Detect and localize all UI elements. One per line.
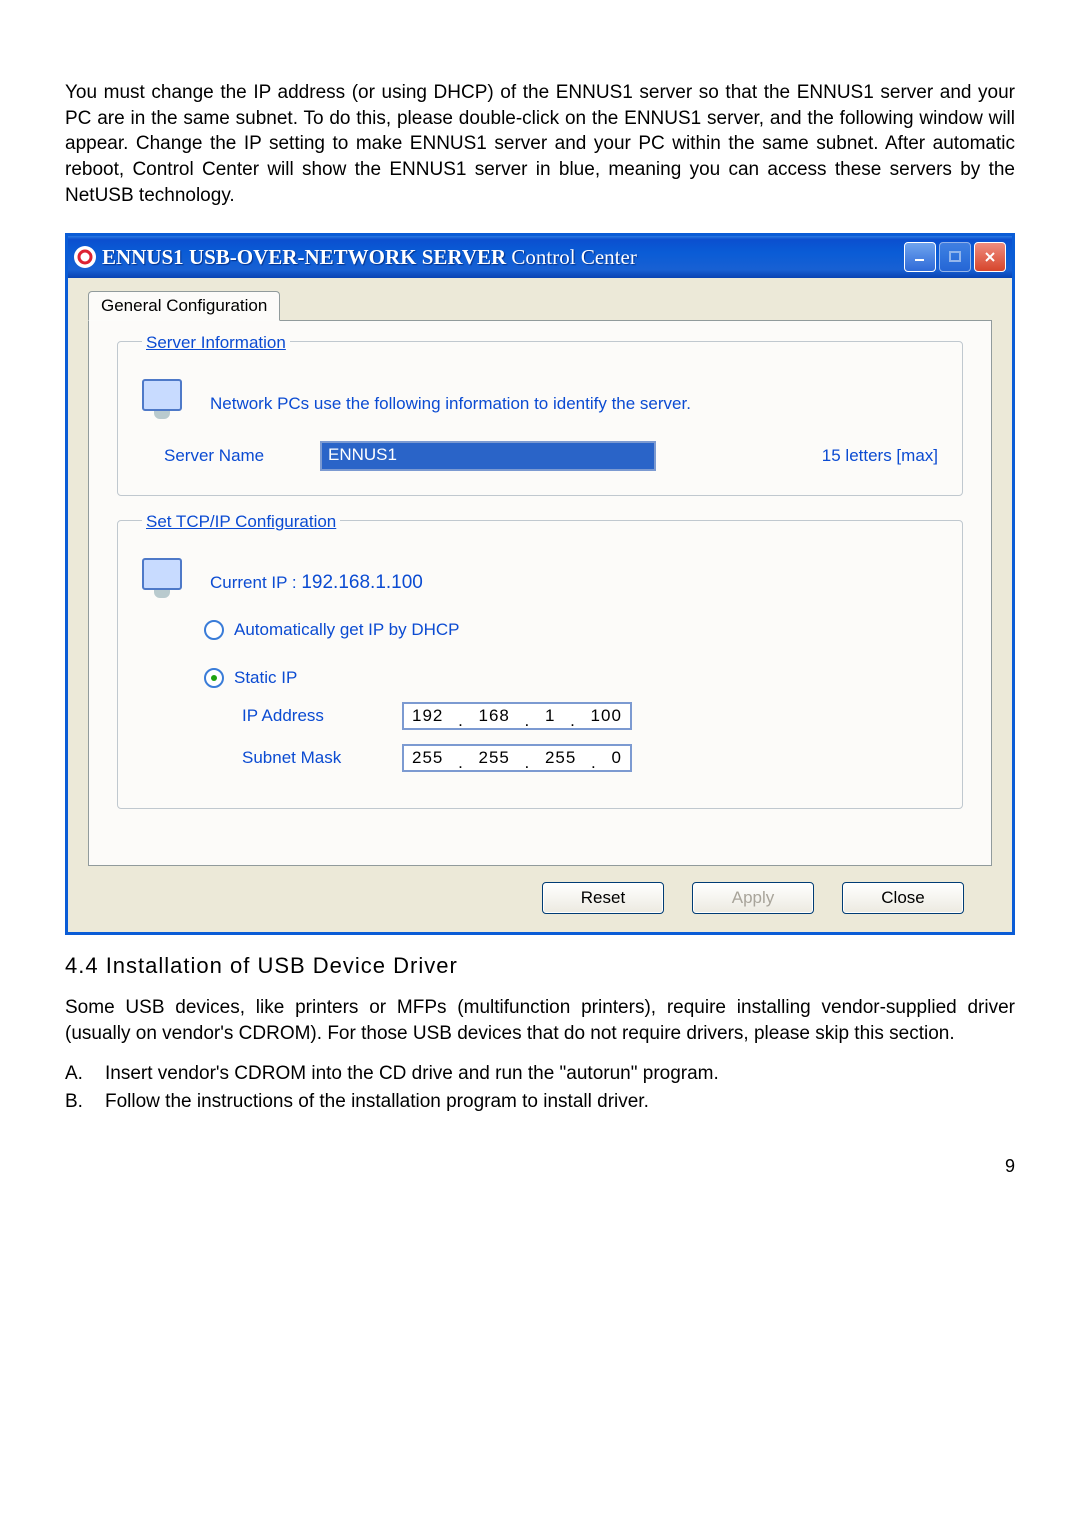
radio-static-label: Static IP bbox=[234, 668, 297, 688]
radio-dhcp-row[interactable]: Automatically get IP by DHCP bbox=[204, 620, 938, 640]
radio-dhcp[interactable] bbox=[204, 620, 224, 640]
maximize-button[interactable] bbox=[939, 242, 971, 272]
close-button[interactable] bbox=[974, 242, 1006, 272]
ip-octet[interactable]: 1 bbox=[545, 706, 555, 726]
list-text: Follow the instructions of the installat… bbox=[105, 1088, 649, 1116]
ip-octet[interactable]: 0 bbox=[611, 748, 621, 768]
ip-octet[interactable]: 255 bbox=[545, 748, 576, 768]
current-ip-value: 192.168.1.100 bbox=[301, 572, 423, 593]
server-information-legend: Server Information bbox=[142, 333, 290, 353]
current-ip-label: Current IP : bbox=[210, 573, 297, 592]
window-body: General Configuration Server Information… bbox=[68, 278, 1012, 932]
section-heading-4-4: 4.4 Installation of USB Device Driver bbox=[65, 953, 1015, 979]
reset-button[interactable]: Reset bbox=[542, 882, 664, 914]
ip-address-input[interactable]: 192. 168. 1. 100 bbox=[402, 702, 632, 730]
tcpip-configuration-fieldset: Set TCP/IP Configuration Current IP : 19… bbox=[117, 520, 963, 809]
tcpip-configuration-legend: Set TCP/IP Configuration bbox=[142, 512, 340, 532]
ip-octet[interactable]: 255 bbox=[412, 748, 443, 768]
radio-static[interactable] bbox=[204, 668, 224, 688]
server-name-hint: 15 letters [max] bbox=[822, 446, 938, 466]
button-row: Reset Apply Close bbox=[88, 866, 992, 914]
title-bar: ENNUS1 USB-OVER-NETWORK SERVER Control C… bbox=[68, 236, 1012, 278]
intro-paragraph: You must change the IP address (or using… bbox=[65, 80, 1015, 208]
page-number: 9 bbox=[65, 1156, 1015, 1177]
ip-address-label: IP Address bbox=[242, 706, 382, 726]
window-title-light: Control Center bbox=[506, 245, 637, 269]
subnet-mask-input[interactable]: 255. 255. 255. 0 bbox=[402, 744, 632, 772]
server-name-input[interactable]: ENNUS1 bbox=[320, 441, 656, 471]
window-title: ENNUS1 USB-OVER-NETWORK SERVER Control C… bbox=[102, 245, 901, 270]
ip-octet[interactable]: 168 bbox=[478, 706, 509, 726]
server-name-label: Server Name bbox=[164, 446, 304, 466]
close-dialog-button[interactable]: Close bbox=[842, 882, 964, 914]
app-icon bbox=[74, 246, 96, 268]
list-text: Insert vendor's CDROM into the CD drive … bbox=[105, 1060, 719, 1088]
subnet-mask-label: Subnet Mask bbox=[242, 748, 382, 768]
server-information-fieldset: Server Information Network PCs use the f… bbox=[117, 341, 963, 496]
ip-octet[interactable]: 255 bbox=[478, 748, 509, 768]
network-computer-icon bbox=[142, 558, 196, 608]
current-ip-row: Current IP : 192.168.1.100 bbox=[210, 572, 423, 594]
control-center-window: ENNUS1 USB-OVER-NETWORK SERVER Control C… bbox=[65, 233, 1015, 935]
radio-dhcp-label: Automatically get IP by DHCP bbox=[234, 620, 460, 640]
radio-static-row[interactable]: Static IP bbox=[204, 668, 938, 688]
list-item-a: A. Insert vendor's CDROM into the CD dri… bbox=[65, 1060, 1015, 1088]
minimize-button[interactable] bbox=[904, 242, 936, 272]
list-letter: A. bbox=[65, 1060, 105, 1088]
ip-octet[interactable]: 100 bbox=[591, 706, 622, 726]
ip-octet[interactable]: 192 bbox=[412, 706, 443, 726]
list-item-b: B. Follow the instructions of the instal… bbox=[65, 1088, 1015, 1116]
network-computer-icon bbox=[142, 379, 196, 429]
tab-general-configuration[interactable]: General Configuration bbox=[88, 291, 280, 321]
window-title-bold: ENNUS1 USB-OVER-NETWORK SERVER bbox=[102, 245, 506, 269]
section-paragraph: Some USB devices, like printers or MFPs … bbox=[65, 995, 1015, 1046]
list-letter: B. bbox=[65, 1088, 105, 1116]
tab-panel: Server Information Network PCs use the f… bbox=[88, 320, 992, 866]
apply-button[interactable]: Apply bbox=[692, 882, 814, 914]
server-info-description: Network PCs use the following informatio… bbox=[210, 394, 691, 414]
